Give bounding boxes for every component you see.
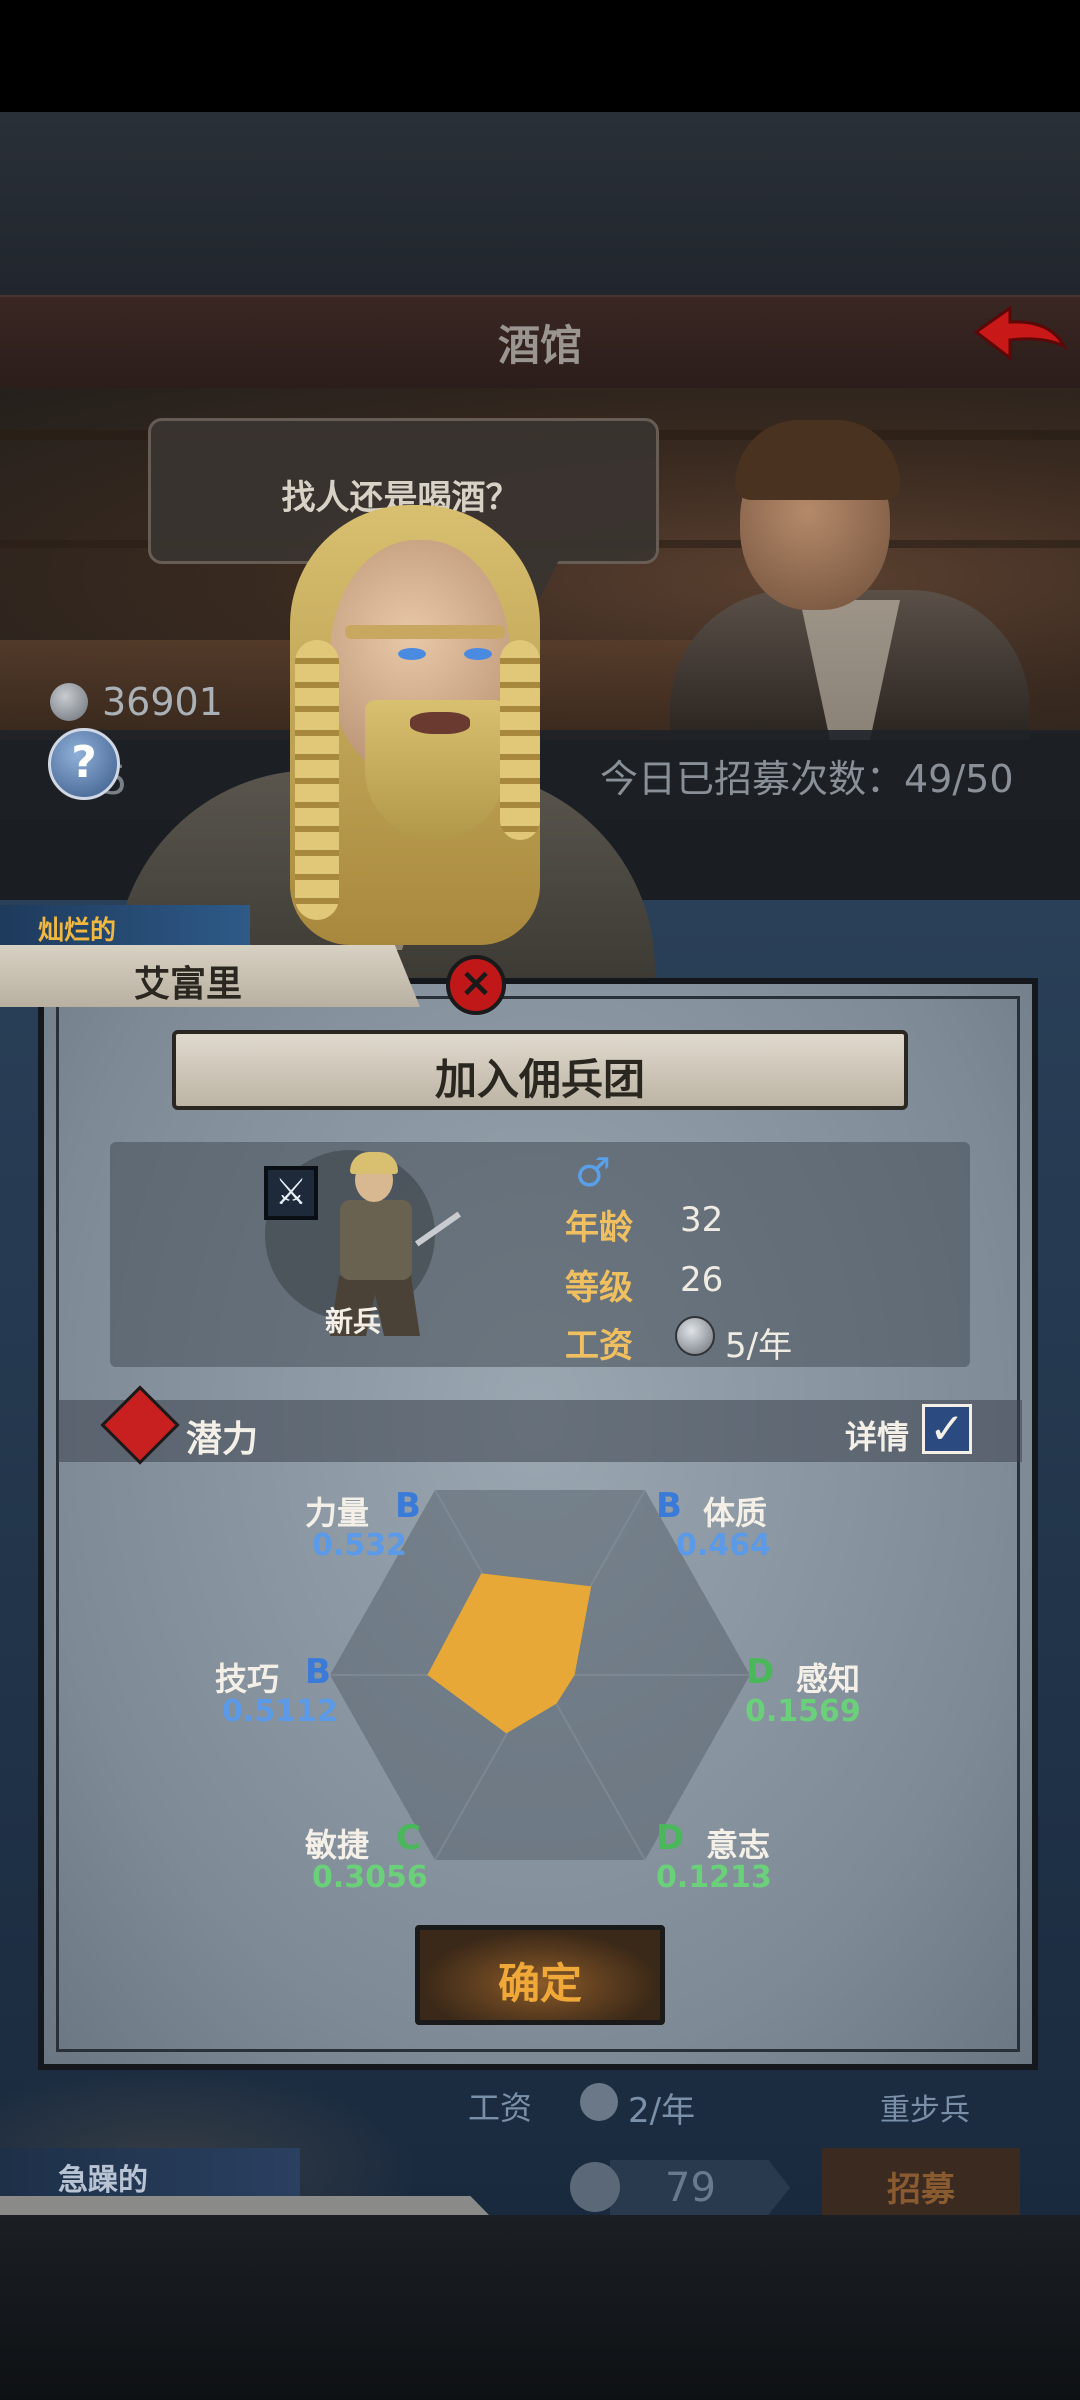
recruit-count: 今日已招募次数：49/50 — [600, 757, 1014, 801]
hero-portrait-braid — [295, 640, 339, 920]
potential-label: 潜力 — [186, 1419, 259, 1460]
checkbox-icon[interactable]: ✓ — [922, 1404, 972, 1454]
page-title: 酒馆 — [497, 321, 582, 370]
bg-wage-label: 工资 — [468, 2089, 533, 2127]
attr-value-constitution: 0.464 — [676, 1528, 771, 1563]
unit-figure-body — [340, 1200, 412, 1280]
wage-value: 5/年 — [725, 1326, 793, 1366]
bg-recruit-label: 招募 — [887, 2170, 955, 2210]
bottom-bar — [0, 2215, 1080, 2400]
bg-class-label: 重步兵 — [880, 2093, 970, 2128]
hero-trait: 灿烂的 — [38, 916, 117, 946]
top-bar — [0, 0, 1080, 112]
bg-name-banner — [0, 2196, 490, 2216]
bg-trait-label: 急躁的 — [58, 2163, 148, 2198]
unit-figure-hair — [350, 1152, 398, 1174]
bg-wage-value: 2/年 — [628, 2091, 696, 2131]
coin-icon — [580, 2083, 618, 2121]
details-label[interactable]: 详情 — [845, 1412, 909, 1458]
hero-name: 艾富里 — [134, 964, 243, 1005]
attr-grade-technique: B — [305, 1652, 331, 1692]
help-icon[interactable]: ? — [48, 728, 120, 800]
close-icon[interactable]: × — [446, 955, 506, 1015]
background-top — [0, 112, 1080, 297]
hero-portrait-eye — [464, 648, 492, 660]
sword-icon: ⚔ — [264, 1166, 318, 1220]
attr-value-perception: 0.1569 — [745, 1694, 861, 1729]
coin-count: 36901 — [102, 680, 223, 724]
age-value: 32 — [680, 1200, 724, 1240]
level-label: 等级 — [565, 1268, 633, 1308]
attr-value-will: 0.1213 — [656, 1860, 772, 1895]
bg-price: 79 — [665, 2165, 716, 2211]
attr-value-technique: 0.5112 — [222, 1694, 338, 1729]
attr-grade-strength: B — [395, 1486, 421, 1526]
bg-trait-banner — [0, 2148, 300, 2196]
age-label: 年龄 — [565, 1208, 633, 1248]
attr-value-agility: 0.3056 — [312, 1860, 428, 1895]
dialog-title: 加入佣兵团 — [434, 1055, 645, 1104]
wage-label: 工资 — [565, 1326, 633, 1366]
hero-portrait-mouth — [410, 712, 470, 734]
hero-portrait-braid — [500, 640, 540, 840]
attr-grade-constitution: B — [656, 1486, 682, 1526]
hero-portrait-brow — [345, 625, 505, 639]
coin-icon — [675, 1316, 715, 1356]
level-value: 26 — [680, 1260, 724, 1300]
male-icon: ♂ — [575, 1150, 611, 1196]
attr-grade-will: D — [656, 1818, 685, 1858]
unit-rank: 新兵 — [325, 1305, 382, 1338]
hero-portrait-eye — [398, 648, 426, 660]
attr-value-strength: 0.532 — [312, 1528, 407, 1563]
unit-card — [110, 1142, 970, 1367]
confirm-label: 确定 — [497, 1959, 582, 2008]
coin-icon — [570, 2162, 620, 2212]
attr-grade-perception: D — [746, 1652, 775, 1692]
coin-icon — [50, 683, 88, 721]
attr-grade-agility: C — [396, 1818, 421, 1858]
back-arrow-icon[interactable] — [970, 302, 1070, 372]
